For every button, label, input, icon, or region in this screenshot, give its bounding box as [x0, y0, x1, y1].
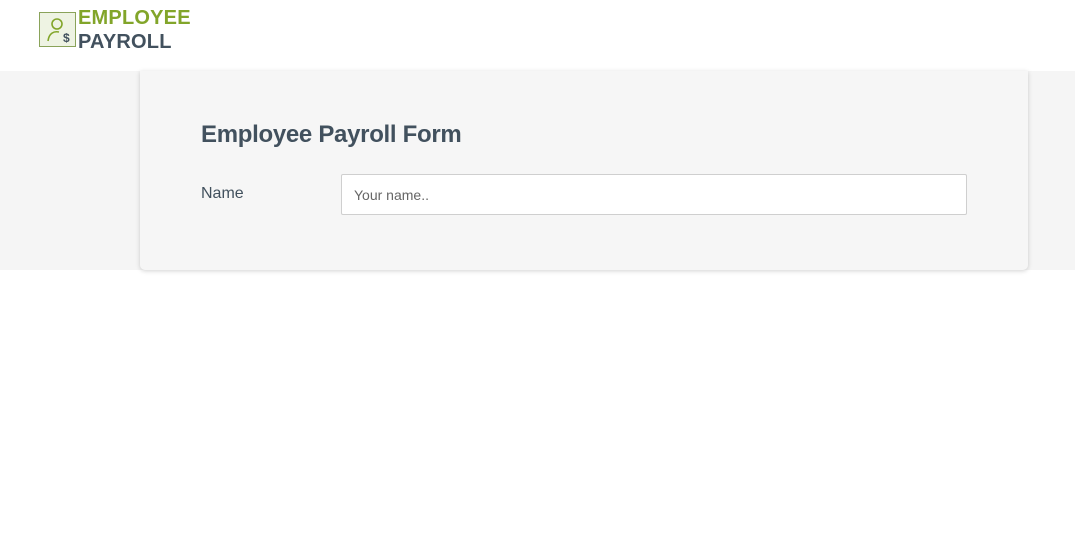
logo-text-employee: EMPLOYEE: [78, 7, 191, 29]
payroll-form-card: Employee Payroll Form Name: [140, 71, 1028, 270]
logo[interactable]: $ EMPLOYEE PAYROLL: [39, 7, 191, 54]
name-input[interactable]: [341, 174, 967, 215]
logo-text: EMPLOYEE PAYROLL: [78, 7, 191, 54]
logo-text-payroll: PAYROLL: [78, 31, 172, 53]
svg-text:$: $: [63, 31, 70, 45]
employee-payroll-logo-icon: $: [39, 12, 76, 47]
form-title: Employee Payroll Form: [201, 121, 462, 148]
header: $ EMPLOYEE PAYROLL: [0, 0, 1075, 71]
name-label: Name: [201, 185, 244, 202]
